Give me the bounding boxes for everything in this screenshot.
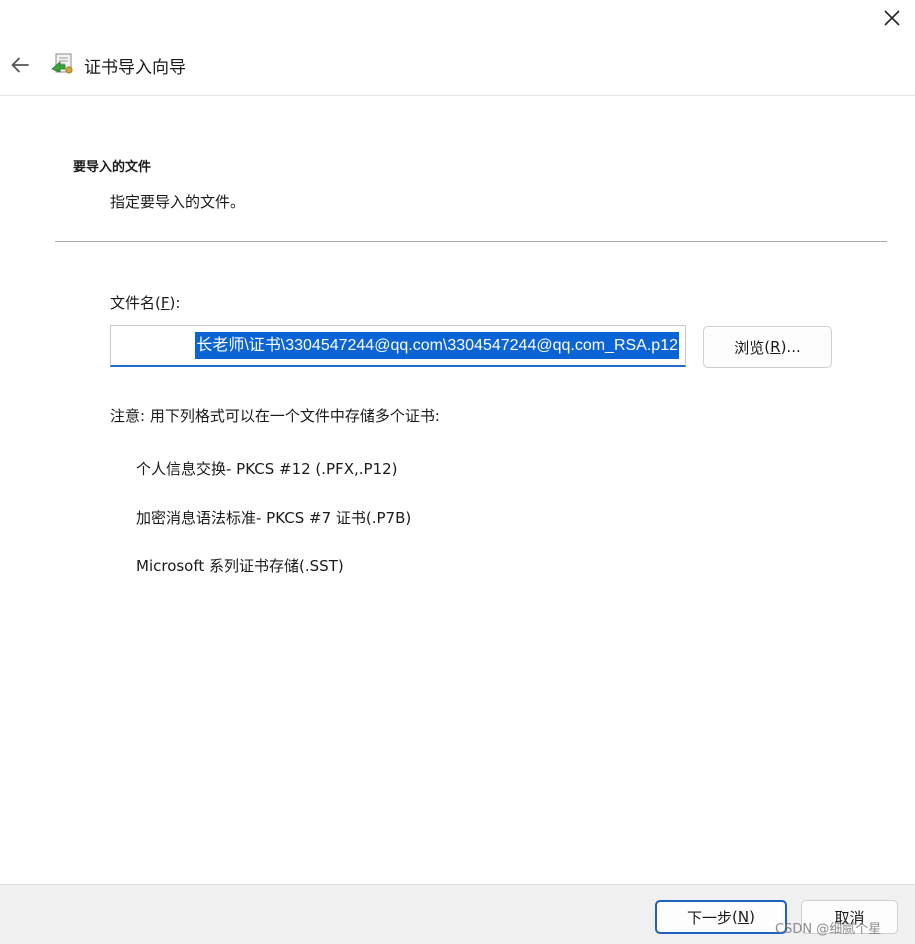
certificate-wizard-icon — [51, 53, 73, 74]
close-button[interactable] — [872, 0, 912, 36]
window-title: 证书导入向导 — [84, 58, 186, 78]
format-item-pfx: 个人信息交换- PKCS #12 (.PFX,.P12) — [136, 460, 398, 478]
next-button[interactable]: 下一步(N) — [655, 900, 787, 934]
file-name-value: 长老师\证书\3304547244@qq.com\3304547244@qq.c… — [195, 332, 679, 359]
format-item-sst: Microsoft 系列证书存储(.SST) — [136, 557, 344, 575]
section-subtitle: 指定要导入的文件。 — [110, 193, 246, 211]
divider — [55, 241, 887, 242]
file-name-label: 文件名(F): — [110, 294, 181, 312]
wizard-header: 证书导入向导 — [0, 36, 915, 96]
watermark: CSDN @细腻个星 — [775, 922, 882, 937]
formats-note: 注意: 用下列格式可以在一个文件中存储多个证书: — [110, 407, 440, 425]
certificate-import-wizard: 证书导入向导 要导入的文件 指定要导入的文件。 文件名(F): 长老师\证书\3… — [0, 0, 915, 944]
file-name-input[interactable]: 长老师\证书\3304547244@qq.com\3304547244@qq.c… — [110, 325, 686, 367]
section-title: 要导入的文件 — [73, 160, 152, 175]
browse-button[interactable]: 浏览(R)... — [703, 326, 832, 368]
back-button[interactable] — [6, 51, 34, 79]
close-icon — [884, 10, 900, 26]
back-arrow-icon — [11, 57, 29, 73]
format-item-p7b: 加密消息语法标准- PKCS #7 证书(.P7B) — [136, 509, 412, 527]
